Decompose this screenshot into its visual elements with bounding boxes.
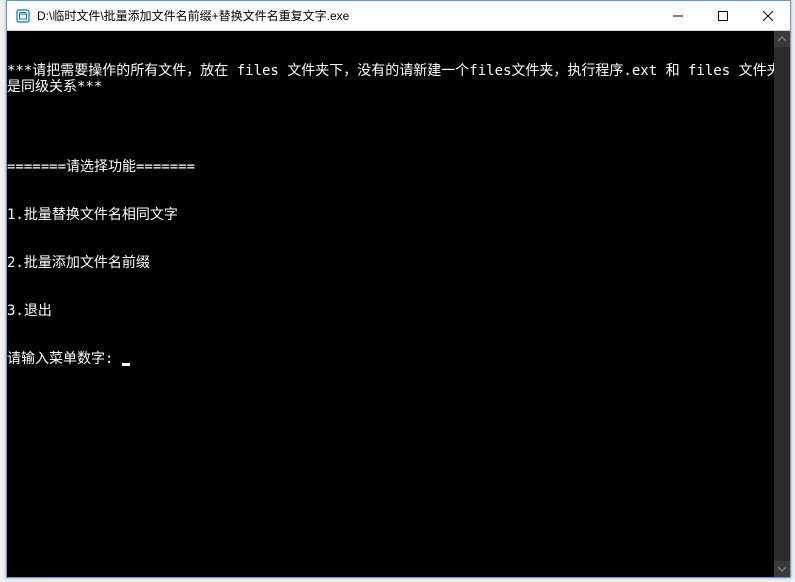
close-button[interactable] — [745, 1, 790, 30]
minimize-button[interactable] — [655, 1, 700, 30]
close-icon — [763, 11, 773, 21]
window-title: D:\临时文件\批量添加文件名前缀+替换文件名重复文字.exe — [37, 7, 655, 24]
maximize-icon — [718, 11, 728, 21]
maximize-button[interactable] — [700, 1, 745, 30]
terminal-line: 1.批量替换文件名相同文字 — [7, 207, 790, 223]
window-controls — [655, 1, 790, 30]
prompt-text: 请输入菜单数字: — [7, 351, 122, 367]
terminal-line: 3.退出 — [7, 303, 790, 319]
scroll-down-button[interactable] — [774, 561, 790, 577]
terminal-area[interactable]: ***请把需要操作的所有文件，放在 files 文件夹下，没有的请新建一个fil… — [7, 31, 790, 577]
terminal-line: 2.批量添加文件名前缀 — [7, 255, 790, 271]
cursor-icon — [122, 363, 130, 366]
minimize-icon — [673, 11, 683, 21]
chevron-up-icon — [778, 35, 786, 43]
terminal-prompt: 请输入菜单数字: — [7, 351, 790, 367]
app-icon — [15, 8, 31, 24]
app-window: D:\临时文件\批量添加文件名前缀+替换文件名重复文字.exe ***请把需要操… — [6, 0, 791, 578]
chevron-down-icon — [778, 565, 786, 573]
vertical-scrollbar[interactable] — [774, 31, 790, 577]
scroll-up-button[interactable] — [774, 31, 790, 47]
terminal-line: ***请把需要操作的所有文件，放在 files 文件夹下，没有的请新建一个fil… — [7, 63, 790, 95]
terminal-line: =======请选择功能======= — [7, 159, 790, 175]
titlebar: D:\临时文件\批量添加文件名前缀+替换文件名重复文字.exe — [7, 1, 790, 31]
